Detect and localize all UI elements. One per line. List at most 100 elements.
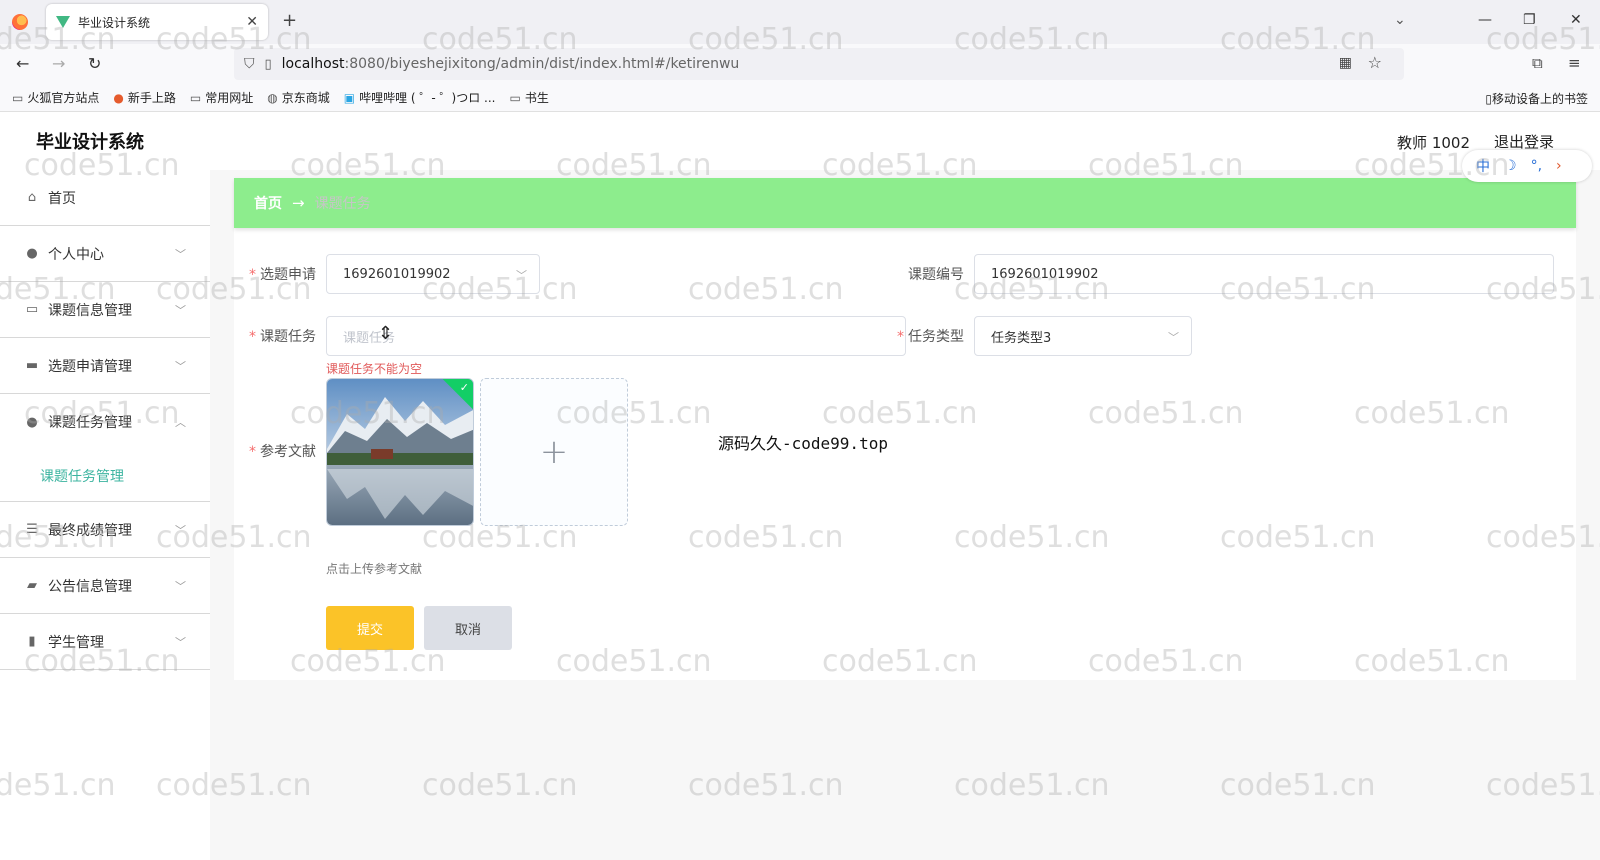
- type-label: * 任务类型: [884, 326, 964, 346]
- extensions-icon[interactable]: ⧉: [1532, 54, 1543, 72]
- bookmark-item[interactable]: ▭ 常用网址: [190, 89, 253, 106]
- landscape-image: [327, 379, 473, 525]
- bookmark-item[interactable]: ◍ 京东商城: [267, 89, 330, 106]
- browser-navbar: ← → ↻ ⛉ ▯ localhost :8080/biyeshejixiton…: [0, 44, 1600, 84]
- sidebar-item-label: 公告信息管理: [48, 578, 132, 595]
- application-label: * 选题申请: [246, 264, 316, 284]
- application-value: 1692601019902: [343, 266, 451, 282]
- bookmark-label: 火狐官方站点: [27, 91, 100, 105]
- sidebar-item-student[interactable]: ▮ 学生管理 ﹀: [0, 614, 210, 670]
- home-icon: ⌂: [27, 190, 37, 205]
- tab-title: 毕业设计系统: [78, 15, 151, 30]
- chevron-right-icon[interactable]: ›: [1556, 158, 1562, 174]
- bookmark-label: 书生: [524, 91, 549, 105]
- sidebar-item-home[interactable]: ⌂ 首页: [0, 170, 210, 226]
- system-title: 毕业设计系统: [36, 132, 144, 153]
- url-bar[interactable]: ⛉ ▯ localhost :8080/biyeshejixitong/admi…: [234, 48, 1404, 80]
- sidebar-item-notice[interactable]: ▰ 公告信息管理 ﹀: [0, 558, 210, 614]
- bookmark-label: 京东商城: [281, 91, 330, 105]
- sidebar-item-topic-info[interactable]: ▭ 课题信息管理 ﹀: [0, 282, 210, 338]
- moon-icon[interactable]: ☽: [1504, 158, 1517, 174]
- sidebar-item-label: 首页: [48, 190, 76, 207]
- sidebar-item-final-grade[interactable]: ☰ 最终成绩管理 ﹀: [0, 502, 210, 558]
- overlay-watermark-text: 源码久久-code99.top: [718, 434, 888, 453]
- bookmark-label: 常用网址: [205, 91, 254, 105]
- chevron-down-icon: ﹀: [175, 360, 186, 373]
- ime-toolbar[interactable]: 中 ☽ °, ›: [1462, 150, 1592, 182]
- restore-icon[interactable]: ❐: [1523, 12, 1536, 28]
- app-root: 毕业设计系统 教师 1002 退出登录 ⌂ 首页 ● 个人中心 ﹀ ▭ 课题信息…: [0, 112, 1600, 860]
- bookmark-star-icon[interactable]: ☆: [1368, 53, 1382, 72]
- qr-code-icon[interactable]: ▦: [1339, 55, 1352, 71]
- task-error-message: 课题任务不能为空: [326, 362, 423, 376]
- breadcrumb-arrow: →: [292, 194, 305, 212]
- bookmark-label: 哔哩哔哩 ( ゜- ゜)つロ ...: [359, 91, 496, 105]
- submit-button[interactable]: 提交: [326, 606, 414, 650]
- uploaded-image-thumbnail[interactable]: ✓: [326, 378, 474, 526]
- sidebar: ⌂ 首页 ● 个人中心 ﹀ ▭ 课题信息管理 ﹀ ▬ 选题申请管理 ﹀ ● 课题…: [0, 170, 210, 860]
- topic-no-input[interactable]: 1692601019902: [974, 254, 1554, 294]
- reference-label-text: 参考文献: [260, 444, 316, 460]
- browser-tab[interactable]: 毕业设计系统 ✕: [46, 4, 268, 40]
- required-mark: *: [249, 267, 256, 283]
- bookmark-item[interactable]: ▭ 火狐官方站点: [12, 89, 99, 106]
- submenu-topic-task-manage[interactable]: 课题任务管理: [0, 450, 210, 502]
- upload-add-button[interactable]: +: [480, 378, 628, 526]
- text-cursor-icon: ⇕: [378, 323, 394, 344]
- required-mark: *: [249, 444, 256, 460]
- logout-link[interactable]: 退出登录: [1494, 131, 1554, 152]
- close-tab-icon[interactable]: ✕: [246, 14, 258, 30]
- back-icon[interactable]: ←: [16, 54, 29, 73]
- folder-icon: ▭: [12, 90, 24, 105]
- mobile-bookmarks-label: 移动设备上的书签: [1491, 92, 1588, 106]
- mobile-bookmarks[interactable]: ▯移动设备上的书签: [1485, 90, 1588, 107]
- list-tabs-icon[interactable]: ⌄: [1394, 12, 1406, 28]
- reference-label: * 参考文献: [246, 441, 316, 461]
- ticket-icon: ▰: [27, 578, 37, 593]
- topic-no-label-text: 课题编号: [908, 267, 964, 283]
- bookmarks-bar: ▭ 火狐官方站点 ● 新手上路 ▭ 常用网址 ◍ 京东商城 ▣ 哔哩哔哩 ( ゜- ゜)つ…: [0, 84, 1600, 112]
- chevron-down-icon: ﹀: [175, 524, 186, 537]
- minimize-icon[interactable]: —: [1478, 12, 1492, 28]
- task-input[interactable]: 课题任务: [326, 316, 906, 356]
- folder-icon: ▭: [189, 90, 202, 105]
- topic-no-label: 课题编号: [884, 264, 964, 284]
- firefox-logo-icon: [12, 14, 28, 30]
- menu-icon[interactable]: ≡: [1568, 54, 1581, 72]
- new-tab-icon[interactable]: +: [282, 10, 297, 31]
- url-path: :8080/biyeshejixitong/admin/dist/index.h…: [344, 56, 740, 72]
- required-mark: *: [897, 329, 904, 345]
- chevron-down-icon: ﹀: [175, 248, 186, 261]
- breadcrumb: 首页 → 课题任务: [234, 178, 1576, 228]
- page-icon: ▯: [264, 56, 272, 72]
- bookmark-item[interactable]: ▣ 哔哩哔哩 ( ゜- ゜)つロ ...: [344, 89, 496, 106]
- monitor-icon: ▬: [25, 358, 39, 373]
- chevron-down-icon: ﹀: [175, 636, 186, 649]
- forward-icon[interactable]: →: [52, 54, 65, 73]
- firefox-icon: ●: [113, 90, 124, 105]
- message-icon: ▭: [25, 302, 39, 317]
- vue-logo-icon: [56, 16, 70, 28]
- application-select[interactable]: 1692601019902 ﹀: [326, 254, 540, 294]
- sidebar-item-label: 个人中心: [48, 246, 104, 263]
- chevron-up-icon: ︿: [175, 416, 186, 429]
- sidebar-item-profile[interactable]: ● 个人中心 ﹀: [0, 226, 210, 282]
- breadcrumb-home[interactable]: 首页: [254, 193, 282, 213]
- punctuation-icon[interactable]: °,: [1531, 158, 1542, 174]
- bilibili-icon: ▣: [343, 90, 356, 105]
- bookmark-item[interactable]: ▭ 书生: [509, 89, 548, 106]
- type-select[interactable]: 任务类型3 ﹀: [974, 316, 1192, 356]
- cancel-button[interactable]: 取消: [424, 606, 512, 650]
- topic-no-value: 1692601019902: [991, 266, 1099, 282]
- globe-icon: ◍: [267, 90, 278, 105]
- sidebar-item-topic-task[interactable]: ● 课题任务管理 ︿: [0, 394, 210, 450]
- main-panel: 首页 → 课题任务 * 选题申请 1692601019902 ﹀ 课题编号 169…: [234, 178, 1576, 680]
- reload-icon[interactable]: ↻: [88, 54, 101, 73]
- bookmark-label: 新手上路: [127, 91, 176, 105]
- sidebar-item-topic-application[interactable]: ▬ 选题申请管理 ﹀: [0, 338, 210, 394]
- ime-mode[interactable]: 中: [1476, 156, 1490, 176]
- bookmark-item[interactable]: ● 新手上路: [113, 89, 176, 106]
- user-icon: ●: [26, 414, 38, 430]
- shield-icon[interactable]: ⛉: [244, 56, 255, 72]
- window-close-icon[interactable]: ✕: [1570, 12, 1582, 28]
